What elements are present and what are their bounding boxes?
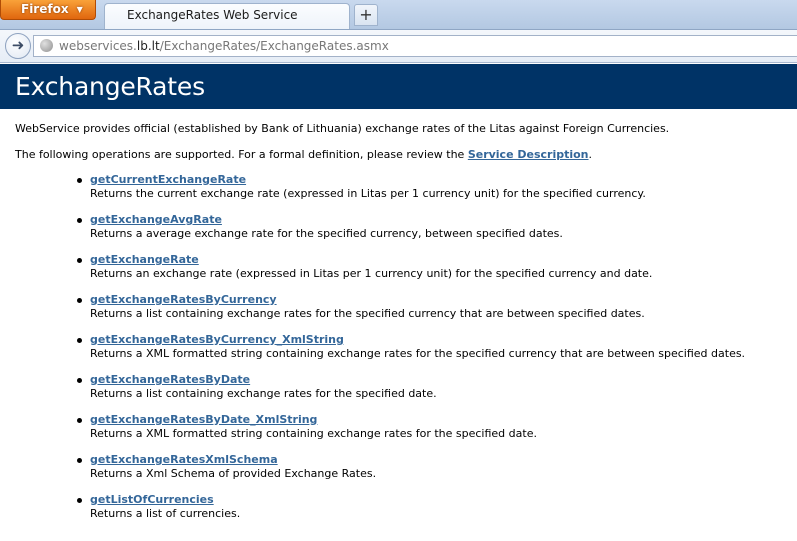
operation-link[interactable]: getExchangeRatesByDate_XmlString bbox=[90, 413, 745, 427]
page-header: ExchangeRates bbox=[0, 64, 797, 109]
url-text: webservices.lb.lt/ExchangeRates/Exchange… bbox=[59, 36, 389, 56]
operation-description: Returns a list of currencies. bbox=[90, 507, 241, 520]
operation-link[interactable]: getExchangeRatesXmlSchema bbox=[90, 453, 745, 467]
chevron-down-icon: ▼ bbox=[76, 4, 83, 14]
operation-description: Returns a list containing exchange rates… bbox=[90, 307, 645, 320]
operation-description: Returns a XML formatted string containin… bbox=[90, 347, 746, 360]
list-item: getExchangeRatesByCurrency_XmlString Retu… bbox=[75, 333, 745, 373]
firefox-menu-label: Firefox bbox=[21, 2, 69, 16]
tab-bar: Firefox ▼ ExchangeRates Web Service + bbox=[0, 0, 797, 30]
operation-description: Returns an exchange rate (expressed in L… bbox=[90, 267, 653, 280]
operation-description: Returns a average exchange rate for the … bbox=[90, 227, 563, 240]
list-item: getCurrentExchangeRate Returns the curren… bbox=[75, 173, 745, 213]
bullet-icon bbox=[77, 338, 82, 343]
operation-description: Returns a list containing exchange rates… bbox=[90, 387, 437, 400]
operation-link[interactable]: getExchangeRatesByCurrency bbox=[90, 293, 745, 307]
operation-description: Returns a XML formatted string containin… bbox=[90, 427, 537, 440]
operations-list: getCurrentExchangeRate Returns the curren… bbox=[75, 173, 745, 533]
operation-link[interactable]: getCurrentExchangeRate bbox=[90, 173, 745, 187]
list-item: getExchangeRatesByDate_XmlString Returns … bbox=[75, 413, 745, 453]
list-item: getExchangeRatesByCurrency Returns a list… bbox=[75, 293, 745, 333]
list-item: getExchangeRate Returns an exchange rate … bbox=[75, 253, 745, 293]
globe-icon bbox=[40, 39, 53, 52]
browser-tab[interactable]: ExchangeRates Web Service bbox=[104, 3, 350, 29]
firefox-menu-button[interactable]: Firefox ▼ bbox=[0, 0, 96, 20]
operation-link[interactable]: getExchangeAvgRate bbox=[90, 213, 745, 227]
back-button[interactable]: ➜ bbox=[5, 33, 31, 59]
operation-description: Returns the current exchange rate (expre… bbox=[90, 187, 646, 200]
operation-link[interactable]: getExchangeRate bbox=[90, 253, 745, 267]
service-intro: WebService provides official (establishe… bbox=[15, 122, 670, 135]
back-arrow-icon: ➜ bbox=[11, 36, 25, 54]
url-prefix: webservices. bbox=[59, 39, 137, 53]
list-item: getListOfCurrencies Returns a list of cur… bbox=[75, 493, 745, 533]
url-path: /ExchangeRates/ExchangeRates.asmx bbox=[159, 39, 389, 53]
new-tab-button[interactable]: + bbox=[354, 4, 378, 26]
bullet-icon bbox=[77, 378, 82, 383]
navigation-bar: ➜ webservices.lb.lt/ExchangeRates/Exchan… bbox=[0, 30, 797, 63]
bullet-icon bbox=[77, 258, 82, 263]
bullet-icon bbox=[77, 298, 82, 303]
bullet-icon bbox=[77, 178, 82, 183]
bullet-icon bbox=[77, 218, 82, 223]
operations-intro-end: . bbox=[588, 148, 593, 161]
operation-description: Returns a Xml Schema of provided Exchang… bbox=[90, 467, 377, 480]
url-domain: lb.lt bbox=[136, 39, 160, 53]
operations-intro-text: The following operations are supported. … bbox=[15, 148, 465, 161]
address-bar[interactable]: webservices.lb.lt/ExchangeRates/Exchange… bbox=[33, 35, 797, 57]
operation-link[interactable]: getExchangeRatesByCurrency_XmlString bbox=[90, 333, 745, 347]
tab-title: ExchangeRates Web Service bbox=[127, 8, 298, 22]
operation-link[interactable]: getExchangeRatesByDate bbox=[90, 373, 745, 387]
list-item: getExchangeRatesXmlSchema Returns a Xml S… bbox=[75, 453, 745, 493]
plus-icon: + bbox=[359, 5, 373, 24]
list-item: getExchangeAvgRate Returns a average exch… bbox=[75, 213, 745, 253]
operations-intro: The following operations are supported. … bbox=[15, 147, 592, 163]
page-title: ExchangeRates bbox=[15, 72, 205, 101]
list-item: getExchangeRatesByDate Returns a list con… bbox=[75, 373, 745, 413]
bullet-icon bbox=[77, 418, 82, 423]
bullet-icon bbox=[77, 458, 82, 463]
service-description-link[interactable]: Service Description bbox=[468, 148, 589, 161]
operation-link[interactable]: getListOfCurrencies bbox=[90, 493, 745, 507]
bullet-icon bbox=[77, 498, 82, 503]
